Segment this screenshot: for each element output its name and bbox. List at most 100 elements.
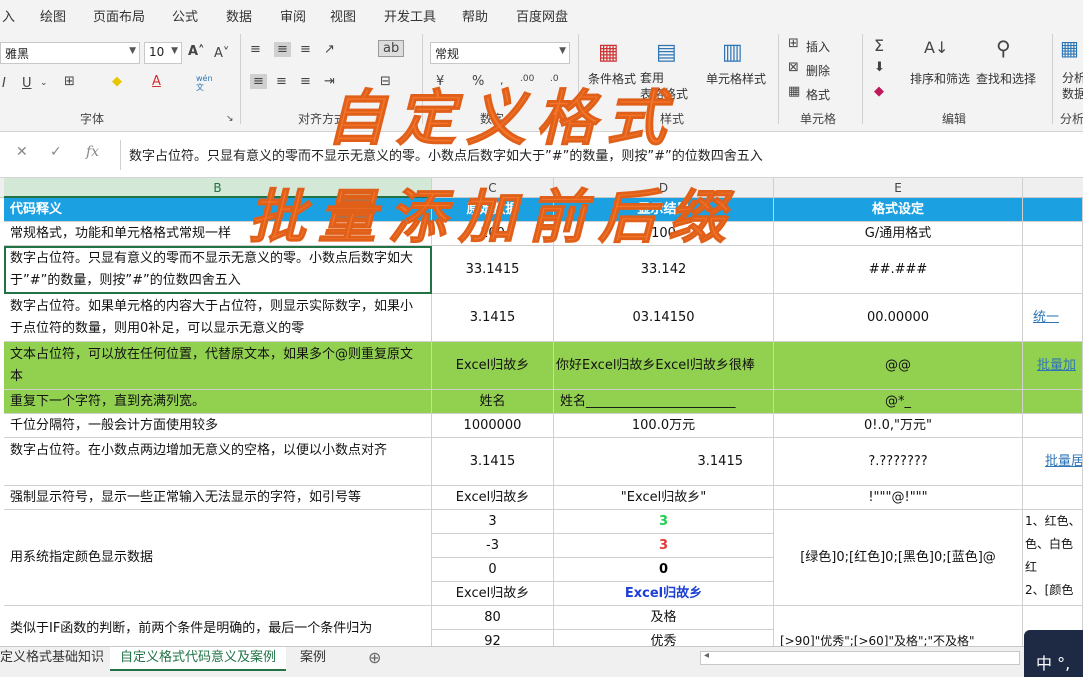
table-row-7-desc[interactable]: 数字占位符。在小数点两边增加无意义的空格，以便以小数点对齐: [4, 438, 432, 486]
align-top-icon[interactable]: ≡: [250, 42, 261, 57]
orientation-icon[interactable]: ↗: [324, 42, 335, 57]
conditional-format-icon[interactable]: ▦: [598, 40, 619, 65]
cancel-icon[interactable]: ✕: [16, 144, 28, 160]
insert-icon[interactable]: ⊞: [788, 36, 799, 51]
horizontal-scrollbar[interactable]: [700, 651, 1020, 665]
align-left-icon[interactable]: ≡: [250, 74, 267, 89]
tab-view[interactable]: 视图: [330, 6, 356, 25]
chevron-down-icon[interactable]: ⌄: [40, 78, 48, 88]
table-row-6-raw[interactable]: 1000000: [432, 414, 554, 438]
table-row-9-raw-4[interactable]: Excel归故乡: [432, 582, 554, 606]
table-row-8-format[interactable]: !"""@!""": [774, 486, 1023, 510]
cell-header-f[interactable]: [1023, 198, 1083, 222]
wrap-text-icon[interactable]: ab: [378, 40, 405, 57]
font-name-select[interactable]: 雅黑 ▼: [0, 42, 140, 64]
tab-draw[interactable]: 绘图: [40, 6, 66, 25]
table-row-9-result-1[interactable]: 3: [554, 510, 774, 534]
table-row-5-extra[interactable]: [1023, 390, 1083, 414]
delete-button[interactable]: 删除: [806, 62, 830, 79]
table-row-7-link[interactable]: 批量居: [1023, 438, 1083, 486]
table-row-9-result-4[interactable]: Excel归故乡: [554, 582, 774, 606]
column-header-e[interactable]: E: [774, 178, 1023, 198]
align-middle-icon[interactable]: ≡: [274, 42, 291, 57]
number-format-select[interactable]: 常规 ▼: [430, 42, 570, 64]
tab-help[interactable]: 帮助: [462, 6, 488, 25]
table-row-3-raw[interactable]: 3.1415: [432, 294, 554, 342]
table-row-9-desc[interactable]: 用系统指定颜色显示数据: [4, 510, 432, 606]
tab-review[interactable]: 审阅: [280, 6, 306, 25]
table-row-3-link[interactable]: 统一: [1023, 294, 1083, 342]
table-row-4-desc[interactable]: 文本占位符，可以放在任何位置，代替原文本，如果多个@则重复原文本: [4, 342, 432, 390]
add-sheet-icon[interactable]: ⊕: [368, 648, 381, 667]
enter-icon[interactable]: ✓: [50, 144, 62, 160]
tab-data[interactable]: 数据: [226, 6, 252, 25]
table-row-8-desc[interactable]: 强制显示符号，显示一些正常输入无法显示的字符，如引号等: [4, 486, 432, 510]
font-size-select[interactable]: 10 ▼: [144, 42, 182, 64]
table-row-3-format[interactable]: 00.00000: [774, 294, 1023, 342]
table-row-6-extra[interactable]: [1023, 414, 1083, 438]
table-row-8-raw[interactable]: Excel归故乡: [432, 486, 554, 510]
format-button[interactable]: 格式: [806, 86, 830, 103]
table-row-10-raw-1[interactable]: 80: [432, 606, 554, 630]
table-row-9-result-2[interactable]: 3: [554, 534, 774, 558]
format-icon[interactable]: ▦: [788, 84, 800, 99]
cell-header-e[interactable]: 格式设定: [774, 198, 1023, 222]
sort-filter-icon[interactable]: A↓: [924, 38, 948, 57]
table-row-5-result[interactable]: 姓名_______________________: [554, 390, 774, 414]
table-row-6-result[interactable]: 100.0万元: [554, 414, 774, 438]
table-row-10-desc[interactable]: 类似于IF函数的判断，前两个条件是明确的，最后一个条件归为: [4, 606, 432, 648]
decrease-font-icon[interactable]: A˅: [214, 46, 229, 61]
table-row-9-raw-1[interactable]: 3: [432, 510, 554, 534]
autosum-icon[interactable]: Σ: [874, 36, 884, 55]
table-row-3-desc[interactable]: 数字占位符。如果单元格的内容大于占位符，则显示实际数字，如果小于点位符的数量，则…: [4, 294, 432, 342]
table-row-2-extra[interactable]: [1023, 246, 1083, 294]
insert-button[interactable]: 插入: [806, 38, 830, 55]
table-row-9-format[interactable]: [绿色]0;[红色]0;[黑色]0;[蓝色]@: [774, 510, 1023, 606]
search-icon[interactable]: ⚲: [996, 36, 1011, 60]
table-row-7-result[interactable]: 3.1415: [554, 438, 774, 486]
scroll-left-icon[interactable]: ◂: [704, 650, 709, 661]
fill-icon[interactable]: ⬇: [874, 60, 885, 75]
table-format-icon[interactable]: ▤: [656, 40, 677, 65]
table-row-8-result[interactable]: "Excel归故乡": [554, 486, 774, 510]
sort-filter-button[interactable]: 排序和筛选: [910, 70, 970, 87]
delete-icon[interactable]: ⊠: [788, 60, 799, 75]
table-row-4-raw[interactable]: Excel归故乡: [432, 342, 554, 390]
table-row-5-raw[interactable]: 姓名: [432, 390, 554, 414]
table-row-9-note[interactable]: 1、红色、 色、白色 红 2、[颜色: [1023, 510, 1083, 606]
dialog-launcher-icon[interactable]: ↘: [226, 114, 234, 124]
underline-icon[interactable]: U: [22, 76, 32, 91]
italic-icon[interactable]: I: [2, 76, 6, 91]
tab-insert[interactable]: 入: [2, 6, 15, 25]
table-row-5-format[interactable]: @*_: [774, 390, 1023, 414]
increase-font-icon[interactable]: A˄: [188, 44, 205, 59]
fill-color-icon[interactable]: ◆: [112, 74, 122, 89]
analyze-data-icon[interactable]: ▦: [1060, 36, 1079, 60]
table-row-5-desc[interactable]: 重复下一个字符，直到充满列宽。: [4, 390, 432, 414]
table-row-3-result[interactable]: 03.14150: [554, 294, 774, 342]
table-row-9-result-3[interactable]: 0: [554, 558, 774, 582]
cell-style-button[interactable]: 单元格样式: [706, 70, 766, 87]
sheet-tab-cases[interactable]: 案例: [290, 647, 336, 671]
column-header-f[interactable]: [1023, 178, 1083, 198]
table-row-4-link[interactable]: 批量加: [1023, 342, 1083, 390]
border-icon[interactable]: ⊞: [64, 74, 75, 89]
sheet-tab-codes[interactable]: 自定义格式代码意义及案例: [110, 647, 287, 671]
insert-function-icon[interactable]: fx: [86, 144, 99, 160]
align-right-icon[interactable]: ≡: [300, 74, 311, 89]
align-bottom-icon[interactable]: ≡: [300, 42, 311, 57]
table-row-6-desc[interactable]: 千位分隔符，一般会计方面使用较多: [4, 414, 432, 438]
table-row-9-raw-3[interactable]: 0: [432, 558, 554, 582]
table-row-10-result-1[interactable]: 及格: [554, 606, 774, 630]
table-row-7-raw[interactable]: 3.1415: [432, 438, 554, 486]
table-row-4-format[interactable]: @@: [774, 342, 1023, 390]
table-row-9-raw-2[interactable]: -3: [432, 534, 554, 558]
find-select-button[interactable]: 查找和选择: [976, 70, 1036, 87]
table-row-1-format[interactable]: G/通用格式: [774, 222, 1023, 246]
table-row-7-format[interactable]: ?.???????: [774, 438, 1023, 486]
sheet-tab-basics[interactable]: 定义格式基础知识: [0, 647, 114, 671]
font-color-icon[interactable]: A: [152, 74, 161, 89]
ime-indicator[interactable]: 中 °,: [1024, 630, 1083, 677]
table-row-6-format[interactable]: 0!.0,"万元": [774, 414, 1023, 438]
tab-developer[interactable]: 开发工具: [384, 6, 436, 25]
